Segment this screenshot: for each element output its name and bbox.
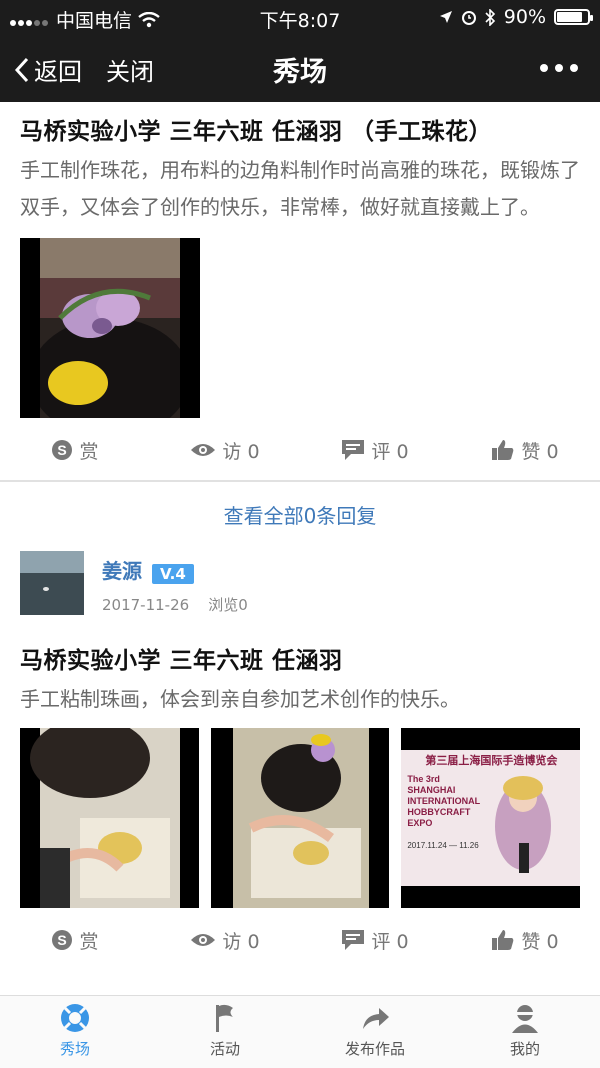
post-card: 马桥实验小学 三年六班 任涵羽 （手工珠花） 手工制作珠花，用布料的边角料制作时… [0,112,600,551]
svg-text:S: S [58,442,67,458]
poster-title: 第三届上海国际手造博览会 [425,755,558,767]
visits-label: 访 0 [222,930,260,953]
more-menu-button[interactable] [540,64,578,72]
tab-bar: 秀场 活动 发布作品 我的 [0,995,600,1068]
reward-label: 赏 [79,930,99,953]
tab-label: 我的 [509,1040,540,1058]
post-date: 2017-11-26 [102,596,190,614]
avatar-image [20,551,84,615]
post-title[interactable]: 马桥实验小学 三年六班 任涵羽 [0,641,600,675]
post-actions: S 赏 访 0 评 0 赞 0 [0,428,600,472]
status-right: 90% [439,6,593,28]
feed[interactable]: 马桥实验小学 三年六班 任涵羽 （手工珠花） 手工制作珠花，用布料的边角料制作时… [0,102,600,995]
page-title: 秀场 [273,57,327,88]
likes-label: 赞 0 [521,930,559,953]
user-icon [512,1005,538,1033]
tab-mine[interactable]: 我的 [465,1002,585,1059]
craft-photo-image [20,728,199,908]
bluetooth-icon [485,8,495,26]
comment-button[interactable]: 评 0 [300,927,450,954]
battery-percent: 90% [503,6,546,28]
poster-line: EXPO [407,818,433,828]
comment-button[interactable]: 评 0 [300,437,450,464]
post-description: 手工粘制珠画，体会到亲自参加艺术创作的快乐。 [20,687,460,711]
flag-icon [216,1004,233,1032]
comments-label: 评 0 [371,930,409,953]
eye-icon [191,934,216,946]
post-card: 姜源 V.4 2017-11-26 浏览0 马桥实验小学 三年六班 任涵羽 手工粘… [0,551,600,962]
reward-label: 赏 [79,440,99,463]
comment-icon [342,930,365,950]
post-title[interactable]: 马桥实验小学 三年六班 任涵羽 （手工珠花） [0,112,600,146]
eye-icon [191,444,216,456]
share-arrow-icon [363,1008,389,1029]
likes-label: 赞 0 [521,440,559,463]
skype-icon: S [52,440,73,460]
tab-label: 发布作品 [344,1040,405,1058]
poster-line: The 3rd [407,774,440,784]
svg-text:S: S [58,932,67,948]
post-views: 浏览0 [208,596,248,614]
tab-label: 秀场 [59,1040,90,1058]
skype-icon: S [52,930,73,950]
poster-line: INTERNATIONAL [407,796,481,806]
tab-activities[interactable]: 活动 [165,1002,285,1059]
craft-photo-image [210,728,390,908]
location-icon [439,11,452,23]
post-photo[interactable] [20,238,200,418]
post-actions: S 赏 访 0 评 0 赞 0 [0,918,600,962]
thumbs-up-icon [492,930,514,950]
flower-photo-image [20,238,200,418]
battery-icon [554,9,593,25]
post-description: 手工制作珠花，用布料的边角料制作时尚高雅的珠花，既锻炼了双手，又体会了创作的快乐… [20,158,580,219]
post-photo[interactable] [210,728,390,908]
comment-icon [342,440,365,460]
poster-line: SHANGHAI [407,785,456,795]
view-all-replies-link[interactable]: 查看全部0条回复 [0,482,600,551]
reward-button[interactable]: S 赏 [0,437,150,464]
like-button[interactable]: 赞 0 [450,927,600,954]
author-name[interactable]: 姜源 [102,559,142,583]
lifebuoy-icon [61,1004,89,1032]
alarm-icon [461,11,476,25]
like-button[interactable]: 赞 0 [450,437,600,464]
tab-showcase[interactable]: 秀场 [15,1002,135,1059]
nav-bar: 返回 关闭 秀场 [0,34,600,102]
reward-button[interactable]: S 赏 [0,927,150,954]
post-photo[interactable]: 第三届上海国际手造博览会 The 3rd SHANGHAI INTERNATIO… [401,728,581,908]
visits-counter[interactable]: 访 0 [150,927,300,954]
status-bar: 中国电信 下午8:07 90% [0,0,600,34]
comments-label: 评 0 [371,440,409,463]
tab-publish[interactable]: 发布作品 [315,1002,435,1059]
post-author: 姜源 V.4 2017-11-26 浏览0 [0,551,600,623]
visits-counter[interactable]: 访 0 [150,437,300,464]
post-photo[interactable] [20,728,199,908]
poster-date: 2017.11.24 — 11.26 [407,841,479,850]
level-badge: V.4 [152,563,194,584]
poster-text: 第三届上海国际手造博览会 The 3rd SHANGHAI INTERNATIO… [401,750,580,850]
visits-label: 访 0 [222,440,260,463]
poster-line: HOBBYCRAFT [407,807,471,817]
thumbs-up-icon [492,440,514,460]
post-meta: 2017-11-26 浏览0 [102,594,248,615]
tab-label: 活动 [209,1040,240,1058]
avatar[interactable] [20,551,84,615]
